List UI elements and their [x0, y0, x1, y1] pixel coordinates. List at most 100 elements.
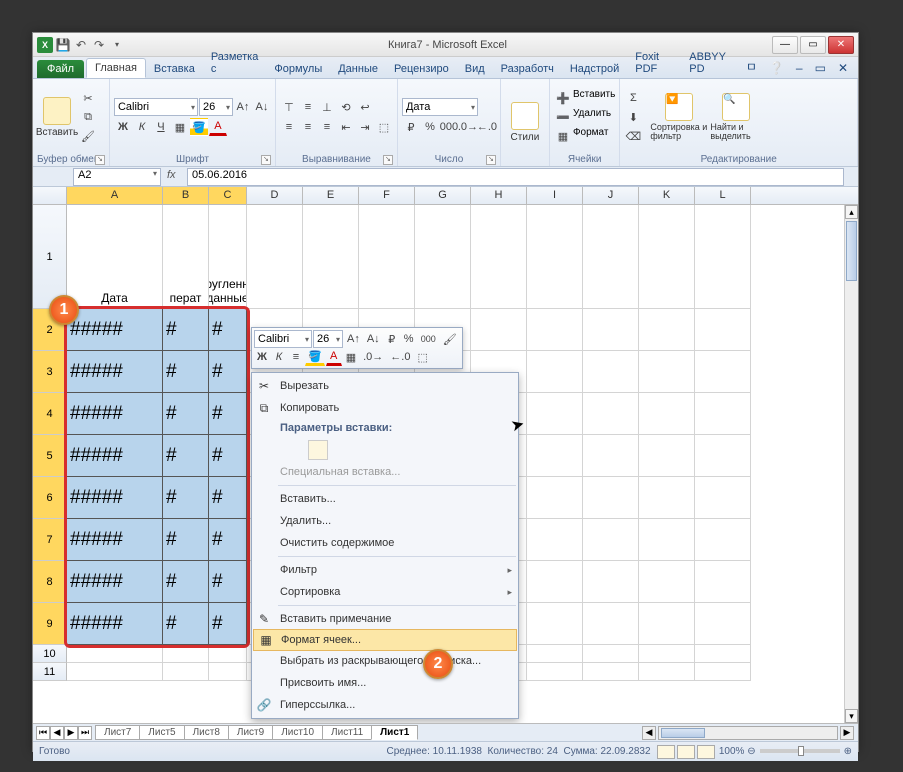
- cell-C3[interactable]: #: [209, 351, 247, 393]
- insert-cells-label[interactable]: Вставить: [573, 89, 615, 107]
- ctx-name[interactable]: Присвоить имя...: [252, 672, 518, 694]
- cell-A5[interactable]: #####: [67, 435, 163, 477]
- vertical-scrollbar[interactable]: ▴ ▾: [844, 205, 858, 723]
- cell-J11[interactable]: [583, 663, 639, 681]
- qat-dropdown-icon[interactable]: ▾: [109, 37, 125, 53]
- cell-L7[interactable]: [695, 519, 751, 561]
- cell-A9[interactable]: #####: [67, 603, 163, 645]
- col-header-G[interactable]: G: [415, 187, 471, 204]
- cell-L6[interactable]: [695, 477, 751, 519]
- cell-L5[interactable]: [695, 435, 751, 477]
- cell-B11[interactable]: [163, 663, 209, 681]
- ctx-filter[interactable]: Фильтр▸: [252, 559, 518, 581]
- maximize-button[interactable]: ▭: [800, 36, 826, 54]
- name-box[interactable]: A2: [73, 168, 161, 186]
- doc-close-icon[interactable]: ✕: [832, 58, 854, 78]
- cell-A8[interactable]: #####: [67, 561, 163, 603]
- border-icon[interactable]: ▦: [171, 118, 189, 136]
- cell-L1[interactable]: [695, 205, 751, 309]
- sheet-tab-Лист9[interactable]: Лист9: [228, 725, 273, 740]
- underline-icon[interactable]: Ч: [152, 118, 170, 136]
- cell-L8[interactable]: [695, 561, 751, 603]
- col-header-L[interactable]: L: [695, 187, 751, 204]
- mini-comma-icon[interactable]: 000: [418, 330, 439, 348]
- cell-J9[interactable]: [583, 603, 639, 645]
- cell-I3[interactable]: [527, 351, 583, 393]
- ctx-hyperlink[interactable]: 🔗Гиперссылка...: [252, 694, 518, 716]
- mini-bold-icon[interactable]: Ж: [254, 348, 270, 366]
- format-cells-label[interactable]: Формат: [573, 127, 609, 145]
- col-header-B[interactable]: B: [163, 187, 209, 204]
- row-header-4[interactable]: 4: [33, 393, 67, 435]
- cell-H1[interactable]: [471, 205, 527, 309]
- tab-formulas[interactable]: Формулы: [266, 60, 330, 78]
- delete-cells-icon[interactable]: ➖: [554, 108, 572, 126]
- cell-L2[interactable]: [695, 309, 751, 351]
- scroll-thumb[interactable]: [846, 221, 857, 281]
- cell-A3[interactable]: #####: [67, 351, 163, 393]
- row-header-3[interactable]: 3: [33, 351, 67, 393]
- ctx-dropdown[interactable]: Выбрать из раскрывающегося списка...: [252, 650, 518, 672]
- cell-K4[interactable]: [639, 393, 695, 435]
- cell-J5[interactable]: [583, 435, 639, 477]
- scroll-up-icon[interactable]: ▴: [845, 205, 858, 219]
- mini-grow-icon[interactable]: A↑: [344, 330, 363, 348]
- fill-icon[interactable]: ⬇: [624, 108, 642, 126]
- col-header-F[interactable]: F: [359, 187, 415, 204]
- cell-C4[interactable]: #: [209, 393, 247, 435]
- cell-J6[interactable]: [583, 477, 639, 519]
- row-header-9[interactable]: 9: [33, 603, 67, 645]
- cell-A4[interactable]: #####: [67, 393, 163, 435]
- hscroll-right-icon[interactable]: ▶: [840, 726, 854, 740]
- cell-B9[interactable]: #: [163, 603, 209, 645]
- cell-C1[interactable]: Округленные данные: [209, 205, 247, 309]
- cell-D1[interactable]: [247, 205, 303, 309]
- cell-J8[interactable]: [583, 561, 639, 603]
- row-header-8[interactable]: 8: [33, 561, 67, 603]
- mini-align-icon[interactable]: ≡: [288, 348, 304, 366]
- insert-cells-icon[interactable]: ➕: [554, 89, 572, 107]
- undo-icon[interactable]: ↶: [73, 37, 89, 53]
- cell-K11[interactable]: [639, 663, 695, 681]
- font-name-combo[interactable]: Calibri: [114, 98, 198, 116]
- cell-K10[interactable]: [639, 645, 695, 663]
- mini-fillcolor-icon[interactable]: 🪣: [305, 348, 325, 366]
- cell-K7[interactable]: [639, 519, 695, 561]
- bold-icon[interactable]: Ж: [114, 118, 132, 136]
- number-format-combo[interactable]: Дата: [402, 98, 478, 116]
- scroll-down-icon[interactable]: ▾: [845, 709, 858, 723]
- cell-J10[interactable]: [583, 645, 639, 663]
- cell-A6[interactable]: #####: [67, 477, 163, 519]
- cell-J1[interactable]: [583, 205, 639, 309]
- orientation-icon[interactable]: ⟲: [337, 98, 355, 116]
- minimize-ribbon-icon[interactable]: ㅁ: [740, 55, 763, 78]
- row-header-1[interactable]: 1: [33, 205, 67, 309]
- cell-J7[interactable]: [583, 519, 639, 561]
- col-header-J[interactable]: J: [583, 187, 639, 204]
- mini-decdec-icon[interactable]: ←.0: [387, 348, 413, 366]
- tab-view[interactable]: Вид: [457, 60, 493, 78]
- mini-font-combo[interactable]: Calibri: [254, 330, 312, 348]
- cell-B4[interactable]: #: [163, 393, 209, 435]
- hscroll-track[interactable]: [658, 726, 838, 740]
- col-header-E[interactable]: E: [303, 187, 359, 204]
- ctx-copy[interactable]: ⧉Копировать: [252, 397, 518, 419]
- cell-A2[interactable]: #####: [67, 309, 163, 351]
- align-bottom-icon[interactable]: ⊥: [318, 98, 336, 116]
- redo-icon[interactable]: ↷: [91, 37, 107, 53]
- format-painter-icon[interactable]: 🖌: [79, 127, 97, 145]
- mini-percent-icon[interactable]: %: [401, 330, 417, 348]
- cell-A7[interactable]: #####: [67, 519, 163, 561]
- align-center-icon[interactable]: ≡: [299, 118, 317, 136]
- row-header-10[interactable]: 10: [33, 645, 67, 663]
- cell-K3[interactable]: [639, 351, 695, 393]
- indent-dec-icon[interactable]: ⇤: [337, 118, 355, 136]
- mini-italic-icon[interactable]: К: [271, 348, 287, 366]
- mini-size-combo[interactable]: 26: [313, 330, 343, 348]
- sort-filter-button[interactable]: 🔽Сортировка и фильтр: [650, 86, 708, 148]
- cell-K2[interactable]: [639, 309, 695, 351]
- tab-developer[interactable]: Разработч: [493, 60, 562, 78]
- clear-icon[interactable]: ⌫: [624, 127, 642, 145]
- ctx-cut[interactable]: ✂Вырезать: [252, 375, 518, 397]
- row-header-5[interactable]: 5: [33, 435, 67, 477]
